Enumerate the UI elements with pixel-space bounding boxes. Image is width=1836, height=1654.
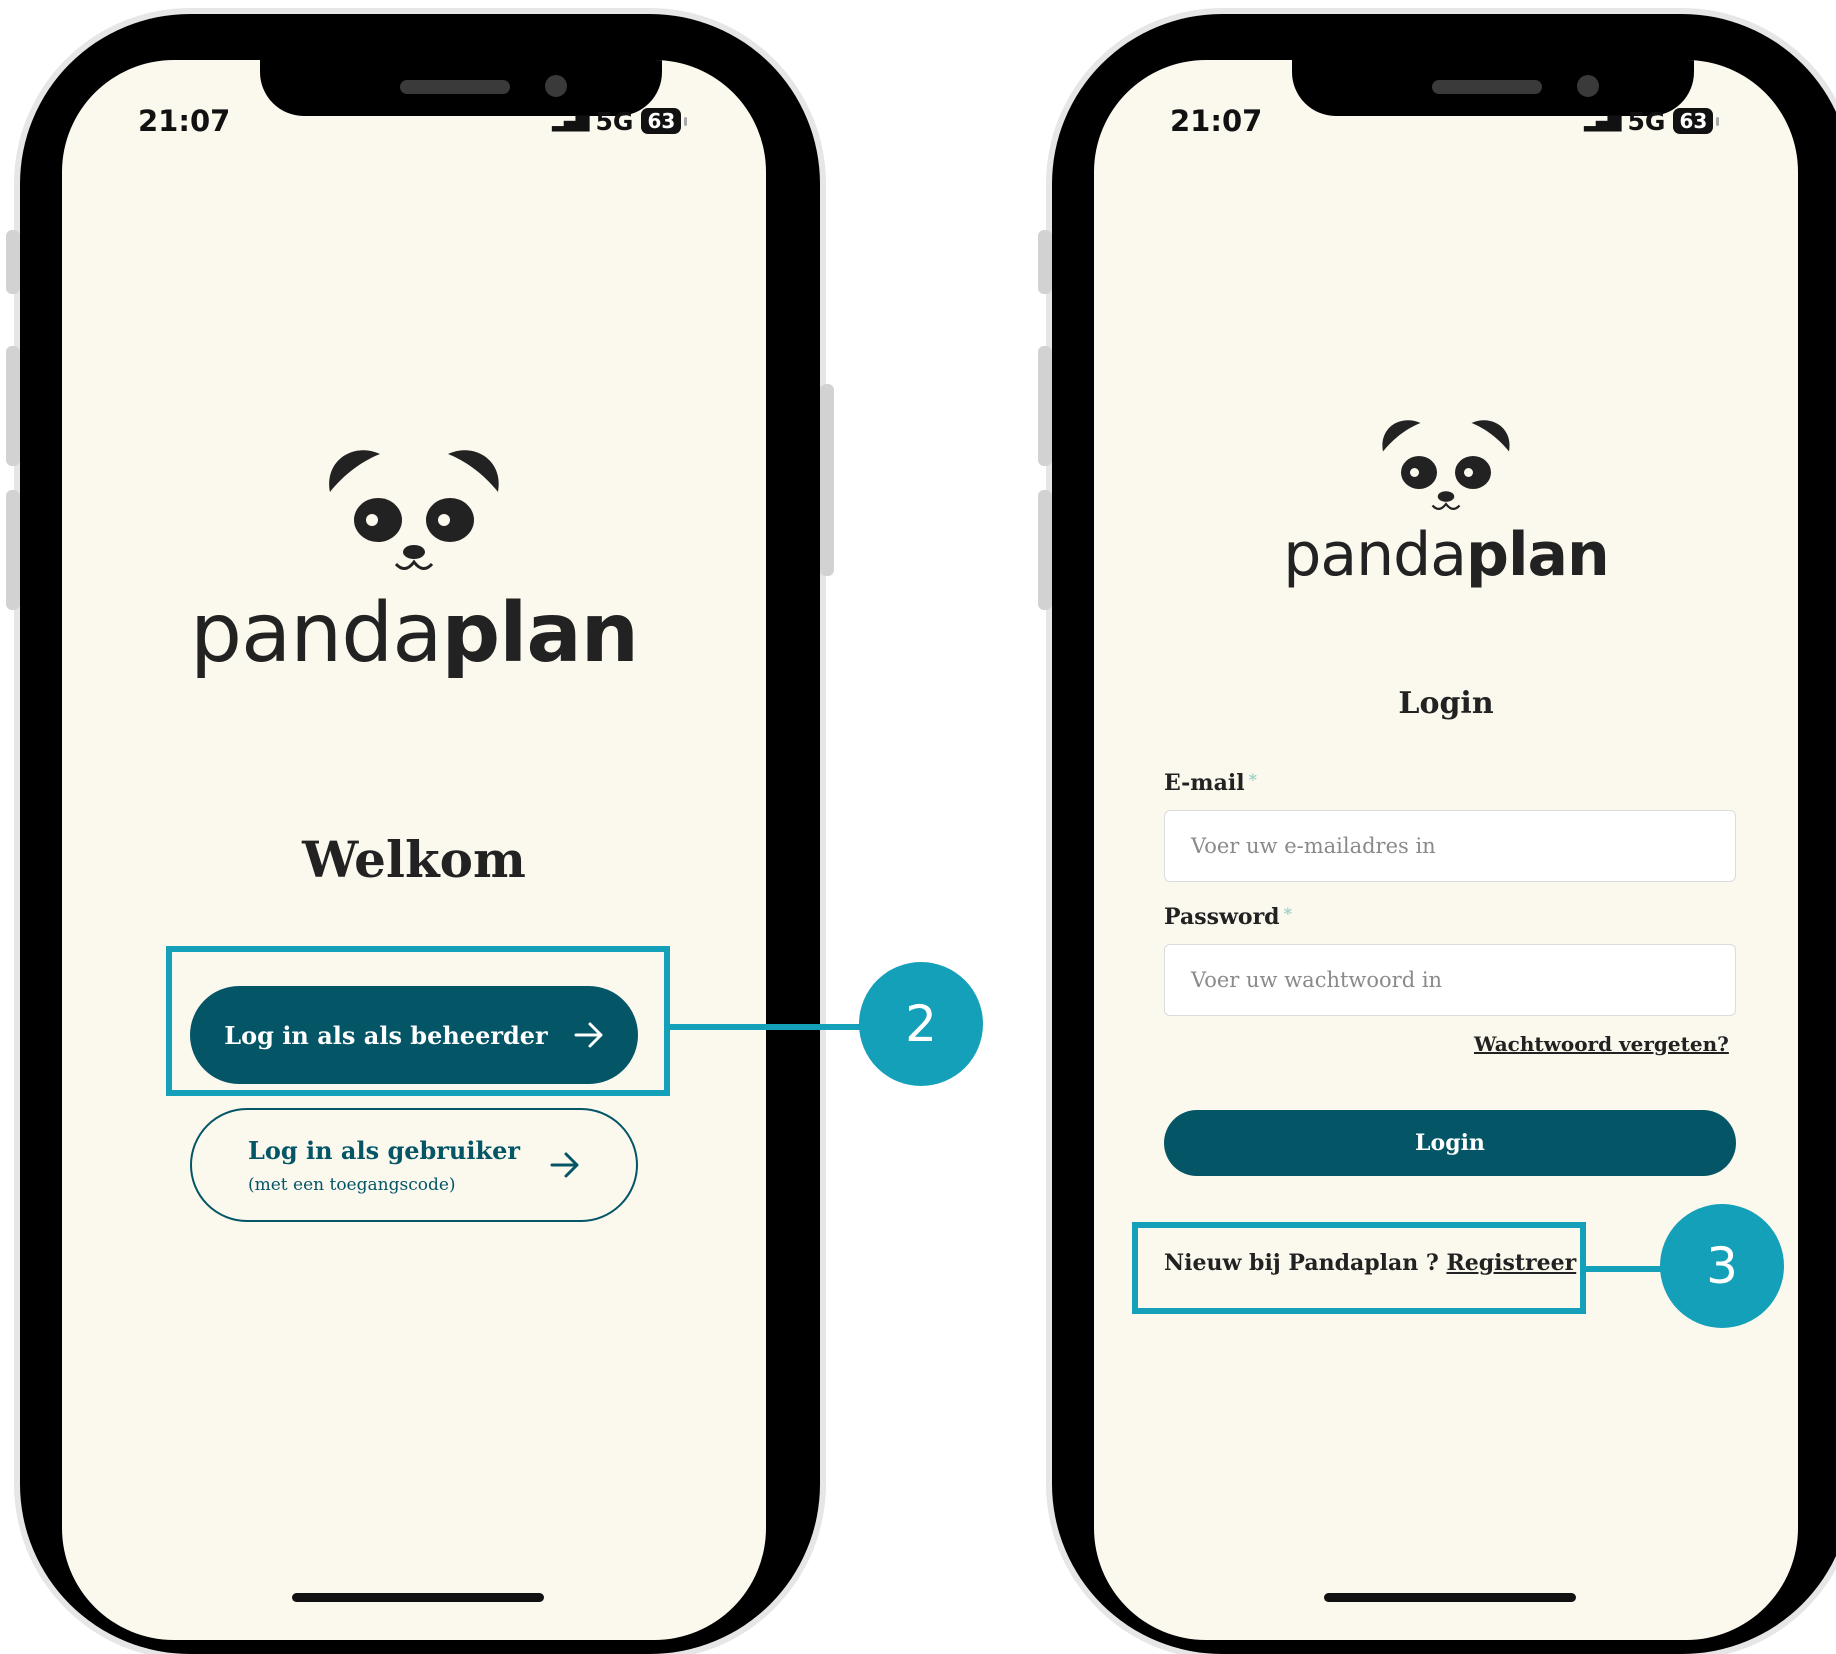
callout-line-3 bbox=[1586, 1266, 1662, 1272]
email-field[interactable]: Voer uw e-mailadres in bbox=[1164, 810, 1736, 882]
status-time: 21:07 bbox=[1170, 104, 1263, 138]
panda-face-icon bbox=[329, 450, 499, 570]
password-field[interactable]: Voer uw wachtwoord in bbox=[1164, 944, 1736, 1016]
welcome-screen: 21:07 ▂▄▆ 5G 63 pandaplan Welkom Log in … bbox=[62, 60, 766, 1640]
login-screen: 21:07 ▂▄▆ 5G 63 pandaplan Login E-mail *… bbox=[1094, 60, 1798, 1640]
wordmark: pandaplan bbox=[189, 586, 639, 681]
volume-down-button bbox=[1038, 490, 1052, 610]
forgot-password-link[interactable]: Wachtwoord vergeten? bbox=[1474, 1032, 1729, 1056]
callout-box-admin bbox=[166, 946, 670, 1096]
user-login-label: Log in als gebruiker bbox=[247, 1135, 521, 1165]
pandaplan-logo: pandaplan bbox=[1094, 412, 1798, 590]
pandaplan-logo: pandaplan bbox=[62, 440, 766, 681]
callout-badge-3: 3 bbox=[1660, 1204, 1784, 1328]
battery-icon: 63 bbox=[1673, 108, 1720, 134]
wordmark: pandaplan bbox=[1283, 520, 1609, 590]
panda-face-icon bbox=[1382, 420, 1510, 510]
password-label: Password * bbox=[1164, 904, 1292, 930]
volume-up-button bbox=[1038, 346, 1052, 466]
home-indicator bbox=[1324, 1593, 1576, 1602]
battery-icon: 63 bbox=[641, 108, 688, 134]
login-heading: Login bbox=[1398, 686, 1494, 721]
callout-box-register bbox=[1132, 1222, 1586, 1314]
network-label: 5G bbox=[1627, 106, 1666, 136]
callout-line-2 bbox=[670, 1024, 860, 1030]
mute-switch bbox=[6, 230, 20, 294]
status-time: 21:07 bbox=[138, 104, 231, 138]
welcome-heading: Welkom bbox=[302, 830, 526, 889]
mute-switch bbox=[1038, 230, 1052, 294]
home-indicator bbox=[292, 1593, 544, 1602]
callout-badge-2: 2 bbox=[859, 962, 983, 1086]
arrow-right-icon bbox=[550, 1152, 579, 1178]
login-button-label: Login bbox=[1415, 1130, 1485, 1156]
signal-icon: ▂▄▆ bbox=[1584, 110, 1622, 132]
signal-icon: ▂▄▆ bbox=[552, 110, 590, 132]
login-button[interactable]: Login bbox=[1164, 1110, 1736, 1176]
status-bar-right: ▂▄▆ 5G 63 bbox=[1584, 106, 1720, 136]
network-label: 5G bbox=[595, 106, 634, 136]
email-label: E-mail * bbox=[1164, 770, 1257, 796]
user-login-button[interactable]: Log in als gebruiker (met een toegangsco… bbox=[190, 1108, 638, 1222]
phone-frame-login: 21:07 ▂▄▆ 5G 63 pandaplan Login E-mail *… bbox=[1038, 14, 1836, 1654]
user-login-sublabel: (met een toegangscode) bbox=[247, 1174, 456, 1195]
power-button bbox=[820, 384, 834, 576]
phone-frame-welcome: 21:07 ▂▄▆ 5G 63 pandaplan Welkom Log in … bbox=[6, 14, 834, 1654]
status-bar-right: ▂▄▆ 5G 63 bbox=[552, 106, 688, 136]
volume-up-button bbox=[6, 346, 20, 466]
volume-down-button bbox=[6, 490, 20, 610]
